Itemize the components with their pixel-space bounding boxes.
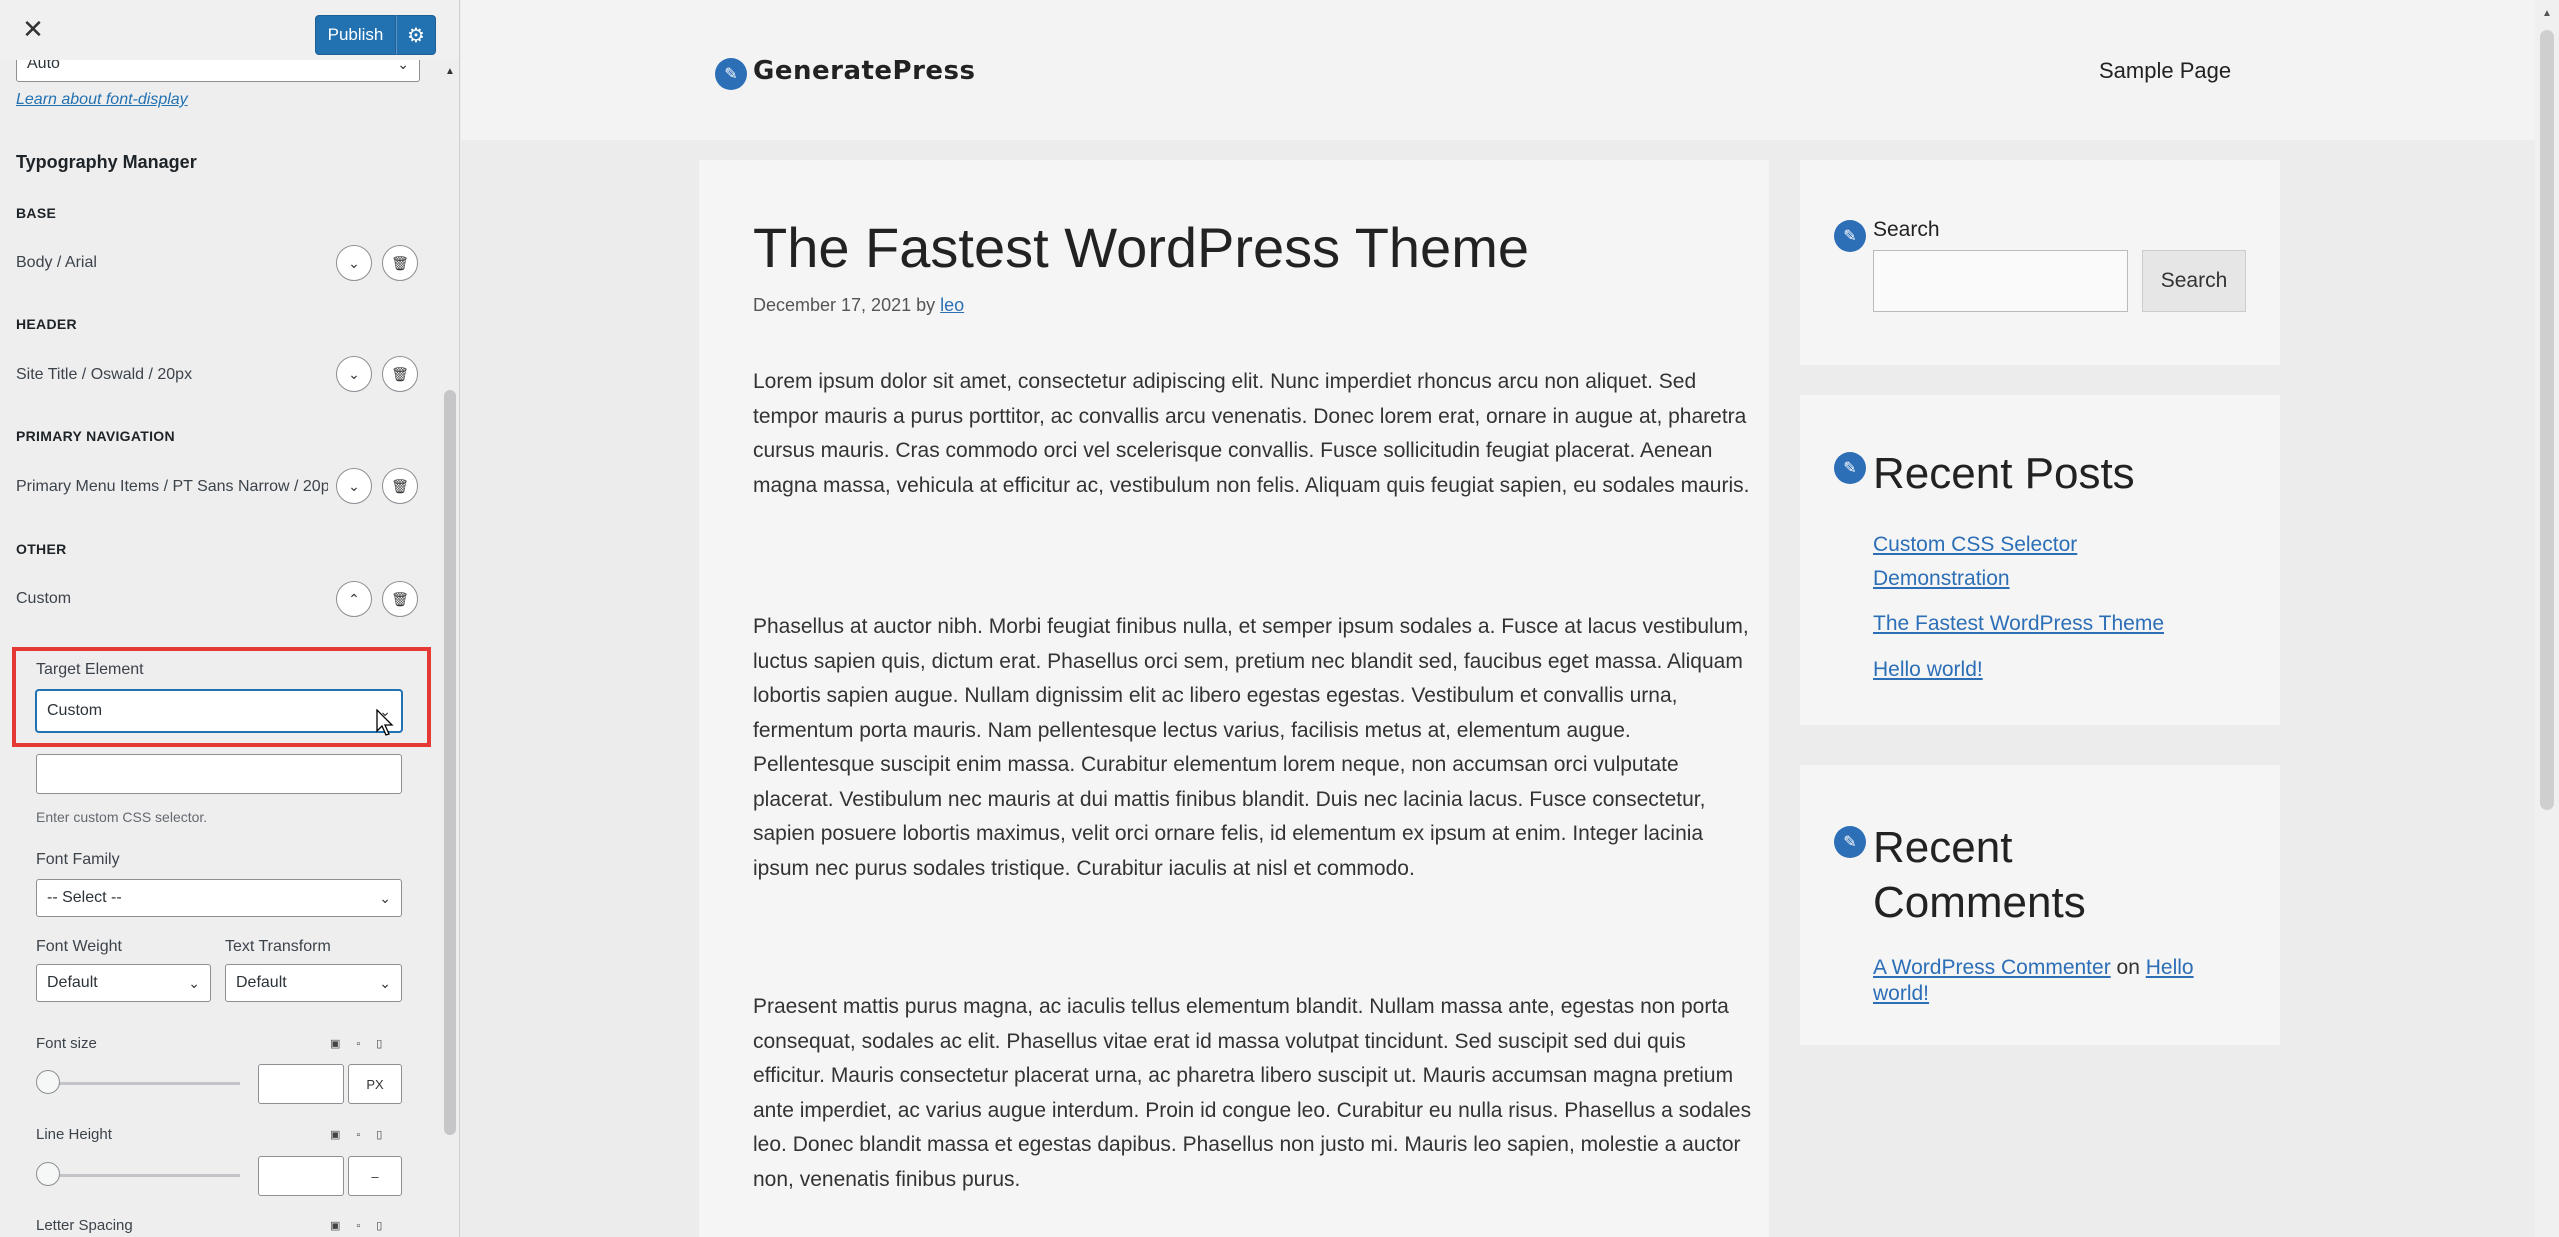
delete-custom-button[interactable]: 🗑	[382, 581, 418, 617]
close-customizer-button[interactable]: ✕	[18, 14, 48, 44]
delete-header-button[interactable]: 🗑	[382, 356, 418, 392]
trash-icon: 🗑	[391, 254, 409, 271]
expand-base-button[interactable]: ⌄	[336, 245, 372, 281]
font-size-slider-knob[interactable]	[36, 1070, 60, 1094]
site-title[interactable]: GeneratePress	[753, 56, 976, 86]
comment-on-text: on	[2116, 956, 2140, 979]
trash-icon: 🗑	[391, 365, 409, 382]
line-height-input[interactable]	[258, 1156, 344, 1196]
chevron-down-icon: ⌄	[379, 974, 391, 991]
device-toggle-icons[interactable]: ▣▫▯	[330, 1128, 398, 1141]
text-transform-select[interactable]: Default ⌄	[225, 964, 402, 1002]
line-height-slider-knob[interactable]	[36, 1162, 60, 1186]
typography-manager-heading: Typography Manager	[16, 152, 197, 172]
customizer-topbar: ✕ Publish ⚙	[0, 0, 459, 60]
post-paragraph: Praesent mattis purus magna, ac iaculis …	[753, 995, 1752, 1191]
post-author-link[interactable]: leo	[940, 295, 964, 315]
recent-post-link[interactable]: Custom CSS Selector Demonstration	[1873, 528, 2133, 596]
expand-header-button[interactable]: ⌄	[336, 356, 372, 392]
delete-base-button[interactable]: 🗑	[382, 245, 418, 281]
delete-primary-navigation-button[interactable]: 🗑	[382, 468, 418, 504]
font-family-select[interactable]: -- Select -- ⌄	[36, 879, 402, 917]
post-by: by	[916, 295, 936, 315]
chevron-down-icon: ⌄	[397, 60, 409, 72]
post-paragraph: Lorem ipsum dolor sit amet, consectetur …	[753, 370, 1750, 497]
section-heading-header: HEADER	[16, 316, 77, 332]
typography-row-label: Custom	[16, 590, 72, 607]
customizer-sidebar: ✕ Publish ⚙ Auto ⌄ Learn about font-disp…	[0, 0, 460, 1237]
font-display-select[interactable]: Auto ⌄	[16, 60, 420, 82]
trash-icon: 🗑	[391, 590, 409, 607]
font-size-input[interactable]	[258, 1064, 344, 1104]
typography-row-label: Site Title / Oswald / 20px	[16, 366, 193, 383]
custom-selector-input[interactable]	[36, 754, 402, 794]
pencil-icon: ✎	[1834, 220, 1866, 252]
gear-icon: ⚙	[407, 24, 425, 47]
nav-item-sample-page[interactable]: Sample Page	[2099, 58, 2231, 84]
post-title: The Fastest WordPress Theme	[753, 216, 1529, 279]
chevron-up-icon: ⌃	[348, 590, 360, 607]
section-heading-other: OTHER	[16, 541, 67, 557]
search-label: Search	[1873, 218, 1940, 241]
chevron-down-icon: ⌄	[188, 974, 200, 991]
mouse-cursor-icon	[376, 709, 394, 736]
font-weight-select[interactable]: Default ⌄	[36, 964, 211, 1002]
typography-row-label: Body / Arial	[16, 254, 97, 271]
device-toggle-icons[interactable]: ▣▫▯	[330, 1219, 398, 1232]
pencil-icon: ✎	[1834, 452, 1866, 484]
publish-settings-button[interactable]: ⚙	[396, 15, 436, 55]
font-display-value: Auto	[27, 60, 60, 72]
recent-post-link[interactable]: Hello world!	[1873, 653, 1983, 687]
trash-icon: 🗑	[391, 477, 409, 494]
annotation-highlight-box	[12, 647, 431, 747]
recent-comment: A WordPress Commenter on Hello world!	[1873, 955, 2213, 1007]
search-button[interactable]: Search	[2142, 250, 2246, 312]
site-preview: ✎ GeneratePress Sample Page The Fastest …	[461, 0, 2559, 1237]
section-heading-base: BASE	[16, 205, 57, 221]
expand-primary-navigation-button[interactable]: ⌄	[336, 468, 372, 504]
preview-scrollbar-thumb[interactable]	[2540, 30, 2554, 810]
font-size-unit-button[interactable]: PX	[348, 1064, 402, 1104]
comment-author-link[interactable]: A WordPress Commenter	[1873, 956, 2111, 979]
chevron-down-icon: ⌄	[348, 254, 360, 271]
learn-font-display-link[interactable]: Learn about font-display	[16, 91, 188, 109]
custom-selector-help: Enter custom CSS selector.	[36, 809, 208, 825]
font-size-slider-track[interactable]	[40, 1082, 240, 1085]
text-transform-value: Default	[236, 974, 287, 991]
post-date: December 17, 2021	[753, 295, 912, 315]
publish-group: Publish ⚙	[315, 15, 436, 55]
close-icon: ✕	[22, 14, 44, 44]
chevron-down-icon: ⌄	[379, 889, 391, 906]
recent-comments-title: Recent Comments	[1873, 823, 2086, 927]
line-height-slider-track[interactable]	[40, 1174, 240, 1177]
typography-row-label: Primary Menu Items / PT Sans Narrow / 20…	[16, 478, 328, 495]
post-meta: December 17, 2021 by leo	[753, 295, 964, 316]
text-transform-label: Text Transform	[225, 938, 331, 955]
section-heading-primary-navigation: PRIMARY NAVIGATION	[16, 428, 175, 444]
search-input[interactable]	[1873, 250, 2128, 312]
device-toggle-icons[interactable]: ▣▫▯	[330, 1037, 398, 1050]
font-family-label: Font Family	[36, 851, 120, 868]
line-height-unit-button[interactable]: –	[348, 1156, 402, 1196]
chevron-down-icon: ⌄	[348, 477, 360, 494]
customizer-scrollbar-thumb[interactable]	[444, 390, 456, 1135]
post-paragraph: Phasellus at auctor nibh. Morbi feugiat …	[753, 615, 1749, 880]
pencil-icon: ✎	[1834, 826, 1866, 858]
pencil-icon: ✎	[715, 58, 747, 90]
scroll-up-icon[interactable]: ▲	[2535, 8, 2559, 19]
line-height-label: Line Height	[36, 1126, 112, 1143]
font-weight-label: Font Weight	[36, 938, 122, 955]
letter-spacing-label: Letter Spacing	[36, 1217, 133, 1234]
chevron-down-icon: ⌄	[348, 365, 360, 382]
font-family-value: -- Select --	[47, 889, 122, 906]
font-weight-value: Default	[47, 974, 98, 991]
font-size-label: Font size	[36, 1035, 97, 1052]
recent-post-link[interactable]: The Fastest WordPress Theme	[1873, 607, 2164, 641]
collapse-custom-button[interactable]: ⌃	[336, 581, 372, 617]
recent-posts-title: Recent Posts	[1873, 449, 2135, 498]
scroll-up-icon[interactable]: ▲	[440, 66, 459, 77]
publish-button[interactable]: Publish	[315, 15, 396, 55]
